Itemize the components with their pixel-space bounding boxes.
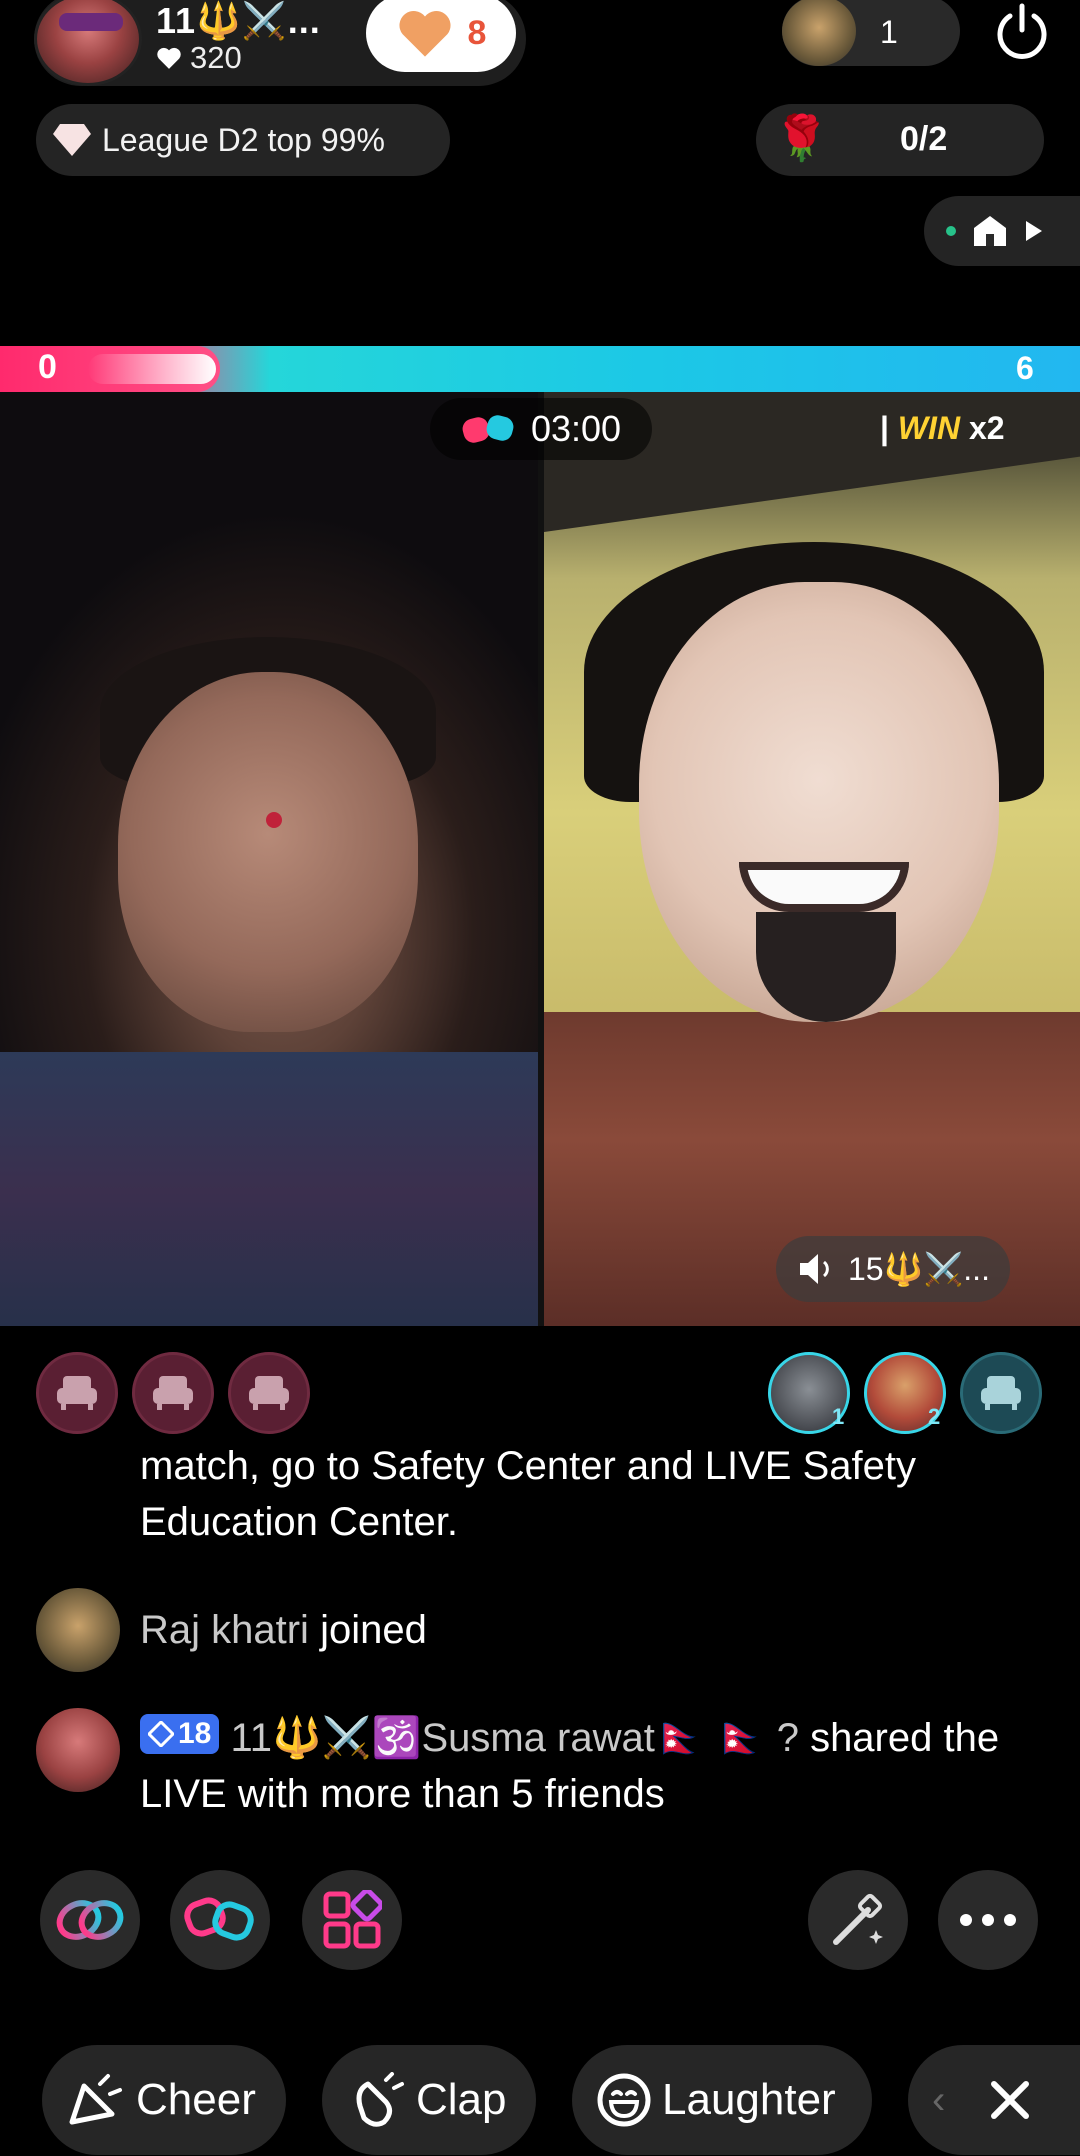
rose-icon: 🌹 xyxy=(774,114,829,163)
play-icon[interactable] xyxy=(1024,219,1044,243)
cheer-icon xyxy=(69,2074,122,2125)
speaker-icon xyxy=(800,1254,829,1284)
close-reactions-button[interactable] xyxy=(980,2070,1040,2130)
guest-seat-empty[interactable] xyxy=(36,1352,118,1434)
score-left: 0 xyxy=(38,348,57,386)
chat-username[interactable]: 11🔱⚔️🕉️Susma rawat🇳🇵 🇳🇵 ? xyxy=(231,1716,799,1760)
host-likes-count: 320 xyxy=(190,40,242,75)
opponent-audio-pill[interactable]: 15🔱⚔️... xyxy=(776,1236,1010,1302)
reaction-label: Cheer xyxy=(136,2075,256,2124)
link-guest-button[interactable] xyxy=(40,1870,140,1970)
host-name: 11🔱⚔️... xyxy=(156,0,321,41)
battle-button[interactable] xyxy=(170,1870,270,1970)
league-badge[interactable]: League D2 top 99% xyxy=(36,104,450,176)
more-button[interactable] xyxy=(938,1870,1038,1970)
more-dots-icon xyxy=(960,1914,1016,1926)
guest-rank: 2 xyxy=(928,1404,941,1429)
armchair-icon xyxy=(57,1376,97,1410)
battle-score-bar xyxy=(0,346,1080,392)
diamond-icon xyxy=(148,1721,174,1747)
link-icon xyxy=(56,1900,124,1940)
diamond-icon xyxy=(53,124,91,156)
level-number: 18 xyxy=(178,1717,212,1750)
reaction-laughter[interactable]: Laughter xyxy=(572,2045,872,2155)
chat-username[interactable]: Raj khatri xyxy=(140,1608,309,1652)
power-icon xyxy=(997,3,1047,59)
effects-button[interactable] xyxy=(808,1870,908,1970)
armchair-icon xyxy=(981,1376,1021,1410)
home-icon[interactable] xyxy=(972,214,1008,248)
reaction-clap[interactable]: Clap xyxy=(322,2045,536,2155)
clap-icon xyxy=(356,2072,404,2127)
opponent-video[interactable] xyxy=(544,392,1080,1326)
score-right: 6 xyxy=(1016,350,1034,386)
timer-text: 03:00 xyxy=(530,408,622,449)
chevron-left-icon: ‹ xyxy=(932,2077,946,2122)
heart-icon xyxy=(157,47,181,69)
win-label: WIN xyxy=(897,410,961,446)
host-likes: 320 xyxy=(156,40,242,76)
host-video[interactable] xyxy=(0,392,538,1326)
chat-avatar[interactable] xyxy=(36,1708,120,1792)
guest-seat-empty[interactable] xyxy=(960,1352,1042,1434)
reaction-label: Clap xyxy=(416,2075,507,2124)
mini-toolbar[interactable] xyxy=(924,196,1080,266)
magic-wand-icon xyxy=(833,1893,883,1945)
guest-rank: 1 xyxy=(832,1404,845,1429)
armchair-icon xyxy=(249,1376,289,1410)
level-badge: 18 xyxy=(140,1714,220,1754)
end-live-button[interactable] xyxy=(990,0,1054,64)
online-dot xyxy=(946,226,956,236)
reaction-label: Laughter xyxy=(662,2075,836,2124)
viewers-count: 1 xyxy=(880,14,898,50)
guest-seat-empty[interactable] xyxy=(132,1352,214,1434)
battle-gloves-icon xyxy=(462,415,514,443)
score-streak xyxy=(88,354,216,384)
heart-count: 8 xyxy=(467,13,487,52)
chat-action: joined xyxy=(320,1608,427,1652)
heart-icon xyxy=(398,11,451,57)
grid-icon xyxy=(323,1890,382,1949)
win-streak-badge: | WIN x2 xyxy=(880,410,1005,446)
win-multiplier: x2 xyxy=(968,410,1005,446)
rose-count: 0/2 xyxy=(900,120,948,158)
gloves-icon xyxy=(184,1897,254,1941)
opponent-name: 15🔱⚔️... xyxy=(848,1251,990,1287)
chat-share-message: 18 11🔱⚔️🕉️Susma rawat🇳🇵 🇳🇵 ? shared the … xyxy=(140,1710,1040,1822)
guest-seat-empty[interactable] xyxy=(228,1352,310,1434)
chat-join-message: Raj khatri joined xyxy=(140,1602,1040,1658)
apps-button[interactable] xyxy=(302,1870,402,1970)
follow-heart-button[interactable]: 8 xyxy=(366,0,516,72)
laugh-icon xyxy=(597,2073,651,2127)
armchair-icon xyxy=(153,1376,193,1410)
close-icon xyxy=(991,2081,1029,2119)
reaction-cheer[interactable]: Cheer xyxy=(42,2045,286,2155)
league-label: League D2 top 99% xyxy=(102,121,385,158)
chat-avatar[interactable] xyxy=(36,1588,120,1672)
chat-notice: match, go to Safety Center and LIVE Safe… xyxy=(140,1444,916,1544)
battle-timer: 03:00 xyxy=(430,398,652,460)
